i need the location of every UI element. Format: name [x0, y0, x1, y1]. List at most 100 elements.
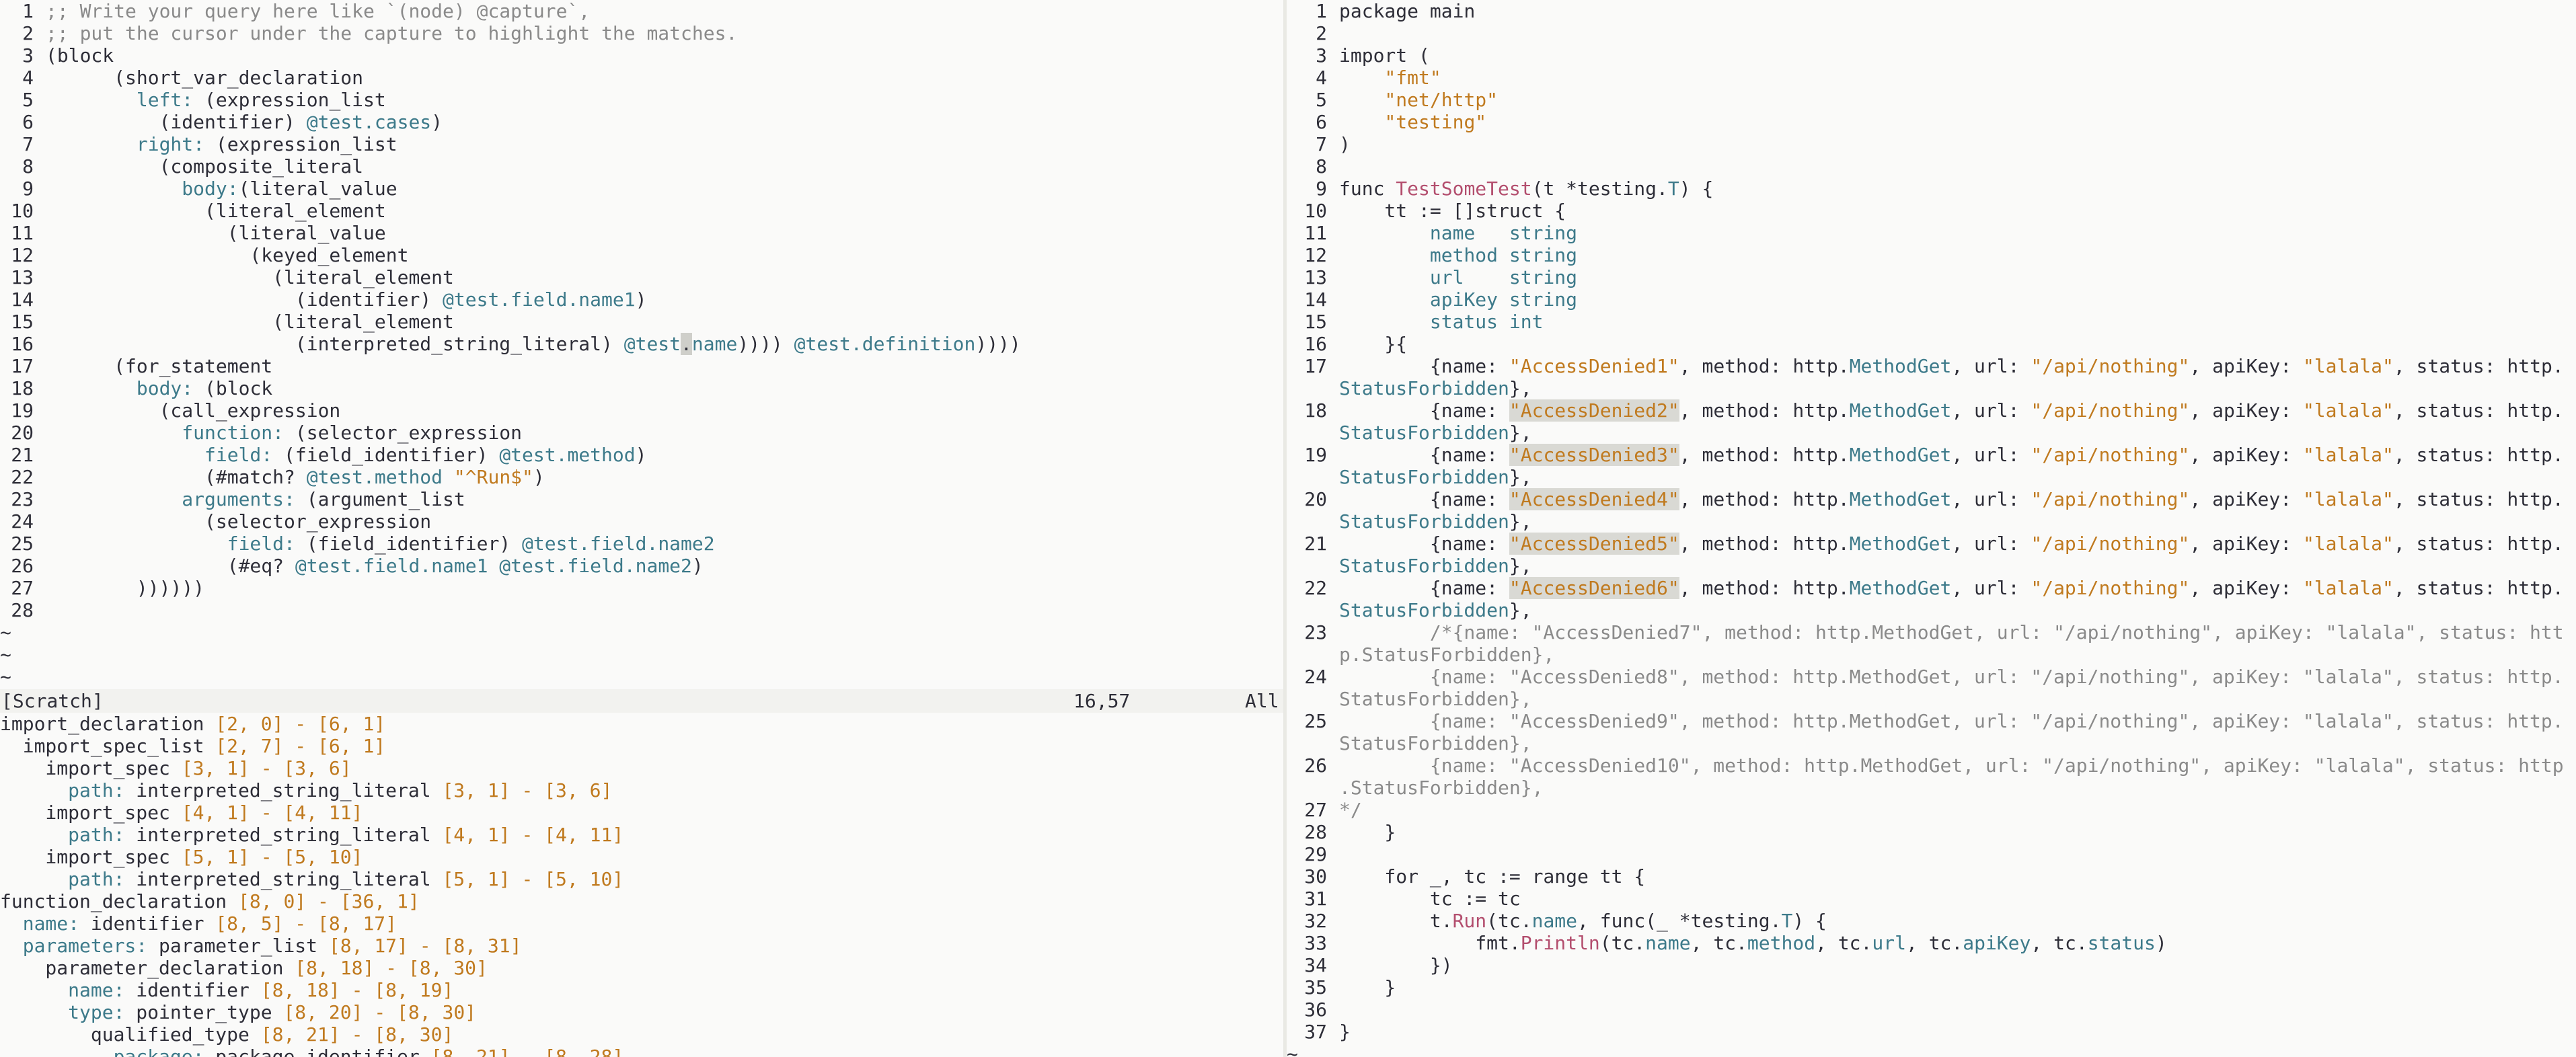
query-line[interactable]: 15 (literal_element: [0, 311, 1283, 333]
source-line[interactable]: 30 for _, tc := range tt {: [1287, 865, 2576, 888]
line-number: 32: [1304, 910, 1327, 932]
source-line[interactable]: 9 func TestSomeTest(t *testing.T) {: [1287, 178, 2576, 200]
source-line[interactable]: 24 {name: "AccessDenied8", method: http.…: [1287, 666, 2576, 688]
source-line[interactable]: 21 {name: "AccessDenied5", method: http.…: [1287, 533, 2576, 555]
source-line[interactable]: 8: [1287, 155, 2576, 178]
source-line[interactable]: 23 /*{name: "AccessDenied7", method: htt…: [1287, 621, 2576, 643]
source-line[interactable]: 31 tc := tc: [1287, 888, 2576, 910]
query-line[interactable]: 13 (literal_element: [0, 266, 1283, 288]
code-token: ) {: [1679, 178, 1714, 200]
source-line[interactable]: 20 {name: "AccessDenied4", method: http.…: [1287, 488, 2576, 510]
source-line[interactable]: 1 package main: [1287, 0, 2576, 22]
syntax-tree-node[interactable]: path: interpreted_string_literal [4, 1] …: [0, 824, 1283, 846]
query-line[interactable]: 2 ;; put the cursor under the capture to …: [0, 22, 1283, 44]
source-line[interactable]: 36: [1287, 999, 2576, 1021]
source-line[interactable]: 10 tt := []struct {: [1287, 200, 2576, 222]
source-line[interactable]: 28 }: [1287, 821, 2576, 843]
source-line[interactable]: 4 "fmt": [1287, 67, 2576, 89]
source-line[interactable]: 13 url string: [1287, 266, 2576, 288]
query-line[interactable]: 3 (block: [0, 44, 1283, 67]
line-number: 10: [11, 200, 34, 222]
source-line-wrap[interactable]: StatusForbidden},: [1287, 688, 2576, 710]
source-line[interactable]: 34 }): [1287, 954, 2576, 976]
source-line[interactable]: 11 name string: [1287, 222, 2576, 244]
source-line[interactable]: 5 "net/http": [1287, 89, 2576, 111]
source-line[interactable]: 7): [1287, 133, 2576, 155]
query-line[interactable]: 19 (call_expression: [0, 399, 1283, 422]
syntax-tree-node[interactable]: import_spec [5, 1] - [5, 10]: [0, 846, 1283, 868]
source-line[interactable]: 29: [1287, 843, 2576, 865]
query-line[interactable]: 28: [0, 599, 1283, 621]
source-line[interactable]: 19 {name: "AccessDenied3", method: http.…: [1287, 444, 2576, 466]
source-line-wrap[interactable]: p.StatusForbidden},: [1287, 643, 2576, 666]
syntax-tree-node[interactable]: import_spec [4, 1] - [4, 11]: [0, 801, 1283, 824]
query-line[interactable]: 16 (interpreted_string_literal) @test.na…: [0, 333, 1283, 355]
source-line[interactable]: 25 {name: "AccessDenied9", method: http.…: [1287, 710, 2576, 732]
syntax-tree-node[interactable]: path: interpreted_string_literal [3, 1] …: [0, 779, 1283, 801]
source-line[interactable]: 35 }: [1287, 976, 2576, 999]
source-line[interactable]: 33 fmt.Println(tc.name, tc.method, tc.ur…: [1287, 932, 2576, 954]
syntax-tree-node[interactable]: function_declaration [8, 0] - [36, 1]: [0, 890, 1283, 912]
query-line[interactable]: 4 (short_var_declaration: [0, 67, 1283, 89]
source-line[interactable]: 15 status int: [1287, 311, 2576, 333]
query-line[interactable]: 11 (literal_value: [0, 222, 1283, 244]
syntax-tree-node[interactable]: import_spec [3, 1] - [3, 6]: [0, 757, 1283, 779]
syntax-tree-node[interactable]: parameter_declaration [8, 18] - [8, 30]: [0, 957, 1283, 979]
source-editor-pane[interactable]: 1 package main 2 3 import (4 "fmt" 5 "net/htt…: [1287, 0, 2576, 1057]
query-line[interactable]: 12 (keyed_element: [0, 244, 1283, 266]
query-line[interactable]: 26 (#eq? @test.field.name1 @test.field.n…: [0, 555, 1283, 577]
syntax-tree-node[interactable]: package: package_identifier [8, 21] - [8…: [0, 1046, 1283, 1057]
query-line[interactable]: 24 (selector_expression: [0, 510, 1283, 533]
source-line[interactable]: 22 {name: "AccessDenied6", method: http.…: [1287, 577, 2576, 599]
source-line-wrap[interactable]: StatusForbidden},: [1287, 599, 2576, 621]
syntax-tree-node[interactable]: parameters: parameter_list [8, 17] - [8,…: [0, 935, 1283, 957]
source-line[interactable]: 14 apiKey string: [1287, 288, 2576, 311]
query-line[interactable]: 25 field: (field_identifier) @test.field…: [0, 533, 1283, 555]
source-line-wrap[interactable]: StatusForbidden},: [1287, 510, 2576, 533]
source-line[interactable]: 12 method string: [1287, 244, 2576, 266]
source-line[interactable]: 32 t.Run(tc.name, func(_ *testing.T) {: [1287, 910, 2576, 932]
source-line[interactable]: 27 */: [1287, 799, 2576, 821]
query-line[interactable]: 27 )))))): [0, 577, 1283, 599]
source-line-wrap[interactable]: StatusForbidden},: [1287, 422, 2576, 444]
query-line[interactable]: 5 left: (expression_list: [0, 89, 1283, 111]
query-line[interactable]: 22 (#match? @test.method "^Run$"): [0, 466, 1283, 488]
source-line-wrap[interactable]: StatusForbidden},: [1287, 466, 2576, 488]
source-line[interactable]: 17 {name: "AccessDenied1", method: http.…: [1287, 355, 2576, 377]
source-line-wrap[interactable]: StatusForbidden},: [1287, 555, 2576, 577]
syntax-tree-pane[interactable]: import_declaration [2, 0] - [6, 1] impor…: [0, 713, 1283, 1057]
source-line-wrap[interactable]: StatusForbidden},: [1287, 732, 2576, 754]
line-content: arguments: (argument_list: [34, 488, 465, 510]
code-token: T: [1781, 910, 1793, 932]
query-line[interactable]: 1 ;; Write your query here like `(node) @…: [0, 0, 1283, 22]
query-line[interactable]: 9 body:(literal_value: [0, 178, 1283, 200]
syntax-tree-node[interactable]: name: identifier [8, 5] - [8, 17]: [0, 912, 1283, 935]
syntax-tree-node[interactable]: qualified_type [8, 21] - [8, 30]: [0, 1023, 1283, 1046]
source-line-wrap[interactable]: .StatusForbidden},: [1287, 777, 2576, 799]
query-line[interactable]: 17 (for_statement: [0, 355, 1283, 377]
query-line[interactable]: 20 function: (selector_expression: [0, 422, 1283, 444]
query-line[interactable]: 10 (literal_element: [0, 200, 1283, 222]
source-line[interactable]: 6 "testing": [1287, 111, 2576, 133]
query-line[interactable]: 23 arguments: (argument_list: [0, 488, 1283, 510]
syntax-tree-node[interactable]: import_spec_list [2, 7] - [6, 1]: [0, 735, 1283, 757]
source-line[interactable]: 37}: [1287, 1021, 2576, 1043]
source-line[interactable]: 26 {name: "AccessDenied10", method: http…: [1287, 754, 2576, 777]
query-line[interactable]: 14 (identifier) @test.field.name1): [0, 288, 1283, 311]
query-line[interactable]: 18 body: (block: [0, 377, 1283, 399]
query-editor-pane[interactable]: 1 ;; Write your query here like `(node) @…: [0, 0, 1283, 689]
source-line[interactable]: 3 import (: [1287, 44, 2576, 67]
syntax-tree-node[interactable]: path: interpreted_string_literal [5, 1] …: [0, 868, 1283, 890]
source-line[interactable]: 16 }{: [1287, 333, 2576, 355]
query-line[interactable]: 21 field: (field_identifier) @test.metho…: [0, 444, 1283, 466]
query-line[interactable]: 7 right: (expression_list: [0, 133, 1283, 155]
source-line[interactable]: 18 {name: "AccessDenied2", method: http.…: [1287, 399, 2576, 422]
query-line[interactable]: 8 (composite_literal: [0, 155, 1283, 178]
syntax-tree-node[interactable]: import_declaration [2, 0] - [6, 1]: [0, 713, 1283, 735]
source-line-wrap[interactable]: StatusForbidden},: [1287, 377, 2576, 399]
syntax-tree-node[interactable]: name: identifier [8, 18] - [8, 19]: [0, 979, 1283, 1001]
syntax-tree-node[interactable]: type: pointer_type [8, 20] - [8, 30]: [0, 1001, 1283, 1023]
source-line[interactable]: 2: [1287, 22, 2576, 44]
query-line[interactable]: 6 (identifier) @test.cases): [0, 111, 1283, 133]
